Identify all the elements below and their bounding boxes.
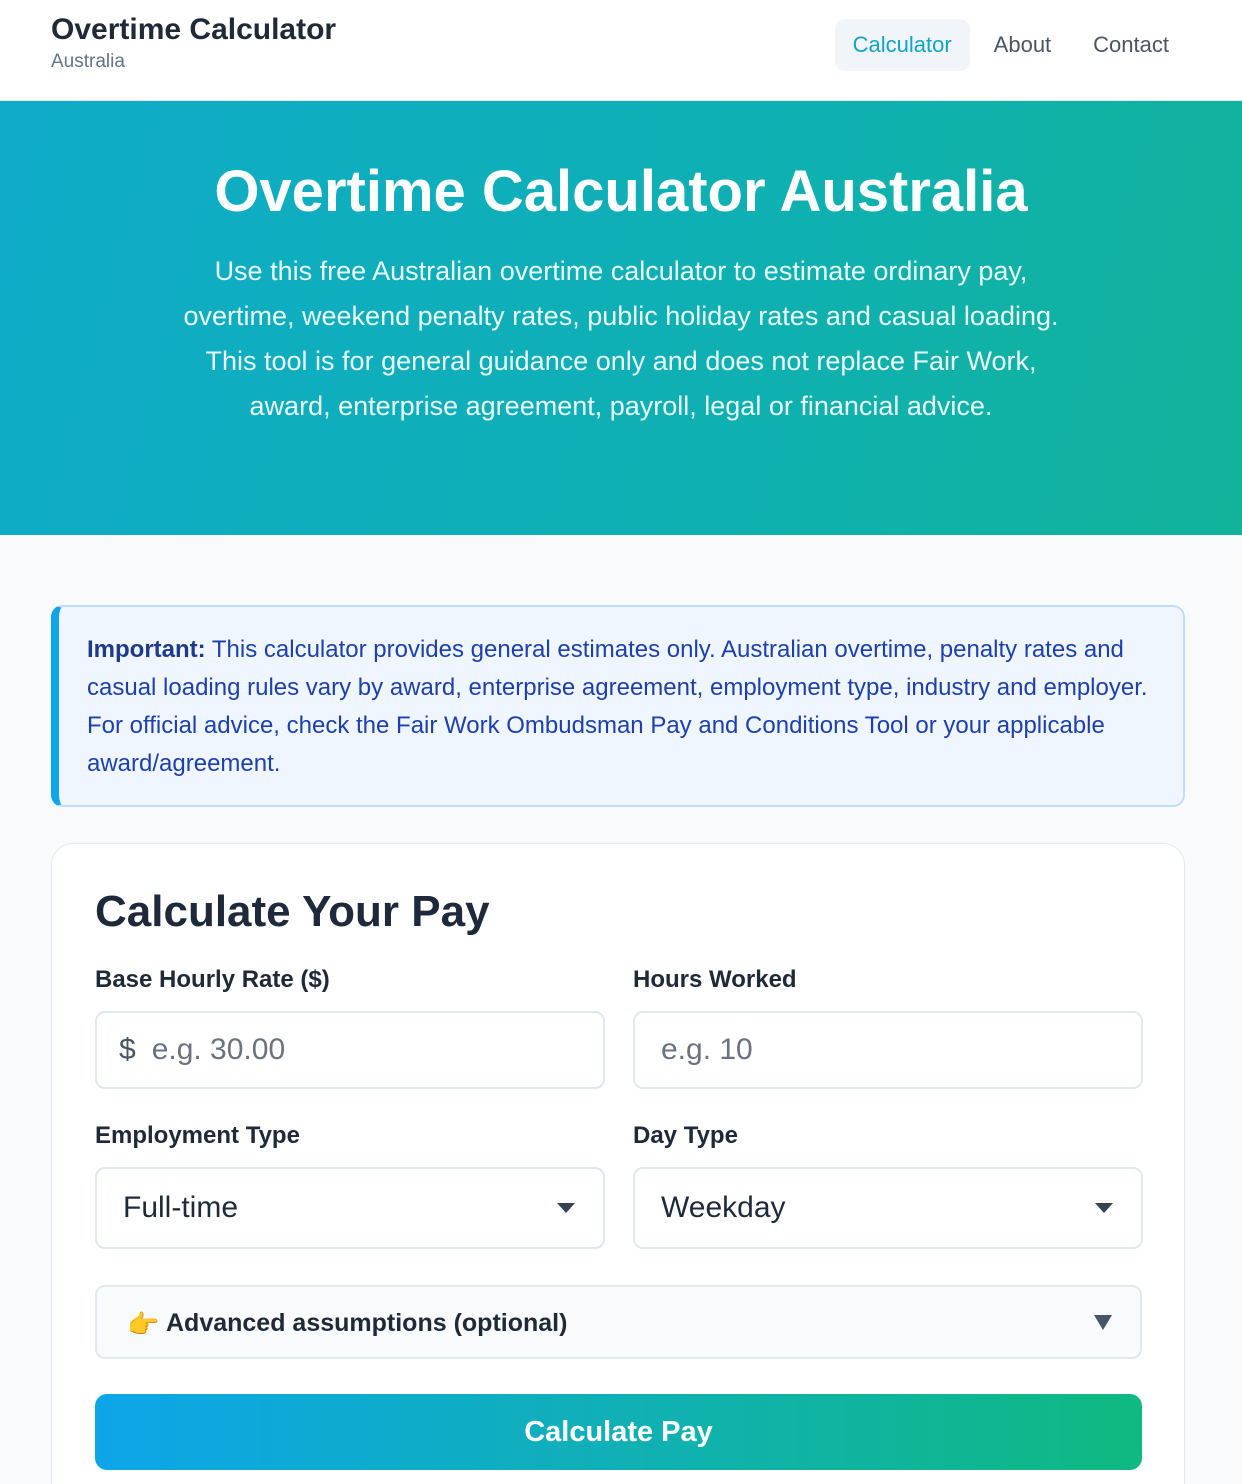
notice-text: This calculator provides general estimat… <box>87 636 1148 777</box>
hours-input[interactable] <box>661 1033 1081 1067</box>
base-rate-field[interactable]: $ <box>95 1011 605 1089</box>
nav-calculator[interactable]: Calculator <box>834 19 970 71</box>
hours-field[interactable] <box>633 1011 1143 1089</box>
site-header: Overtime Calculator Australia Calculator… <box>0 0 1242 101</box>
calculator-card: Calculate Your Pay Base Hourly Rate ($) … <box>51 843 1185 1484</box>
triangle-down-icon <box>1094 1315 1112 1330</box>
calculate-pay-button[interactable]: Calculate Pay <box>95 1394 1142 1470</box>
dollar-prefix: $ <box>119 1033 136 1066</box>
advanced-assumptions-toggle[interactable]: 👉 Advanced assumptions (optional) <box>95 1285 1142 1359</box>
hours-label: Hours Worked <box>633 966 797 993</box>
chevron-down-icon <box>1095 1203 1113 1213</box>
site-subtitle: Australia <box>51 51 125 72</box>
nav-contact[interactable]: Contact <box>1075 19 1187 71</box>
form-title: Calculate Your Pay <box>95 887 490 936</box>
base-rate-label: Base Hourly Rate ($) <box>95 966 330 993</box>
hero-title: Overtime Calculator Australia <box>214 159 1028 224</box>
chevron-down-icon <box>557 1203 575 1213</box>
nav-about[interactable]: About <box>976 19 1070 71</box>
employment-type-value: Full-time <box>123 1191 239 1224</box>
brand[interactable]: Overtime Calculator Australia <box>51 12 336 74</box>
employment-type-label: Employment Type <box>95 1122 300 1149</box>
base-rate-input[interactable] <box>151 1033 572 1067</box>
day-type-label: Day Type <box>633 1122 738 1149</box>
notice-label: Important: <box>87 636 206 663</box>
day-type-select[interactable]: Weekday <box>633 1167 1143 1249</box>
advanced-assumptions-label: Advanced assumptions (optional) <box>166 1309 568 1337</box>
hero-description: Use this free Australian overtime calcul… <box>183 256 1059 421</box>
main-nav: Calculator About Contact <box>834 19 1187 71</box>
day-type-value: Weekday <box>661 1191 786 1224</box>
site-title[interactable]: Overtime Calculator <box>51 12 336 48</box>
hero-banner: Overtime Calculator Australia Use this f… <box>0 101 1242 535</box>
employment-type-select[interactable]: Full-time <box>95 1167 605 1249</box>
pointing-hand-icon: 👉 <box>127 1309 160 1339</box>
important-notice: Important: This calculator provides gene… <box>51 605 1185 807</box>
